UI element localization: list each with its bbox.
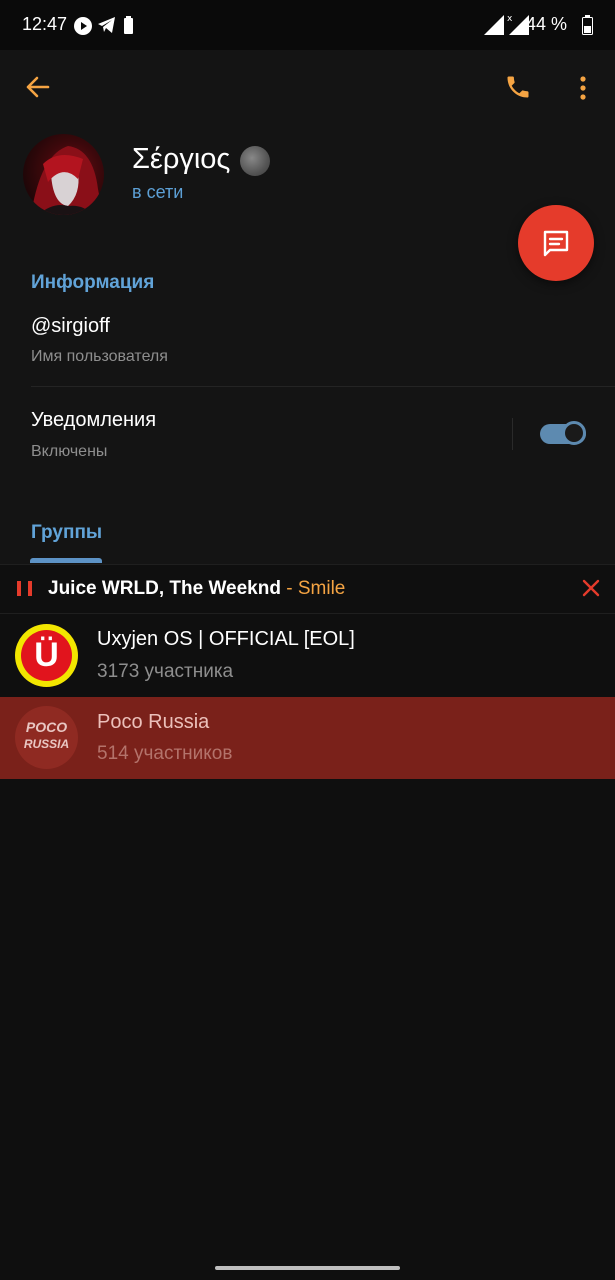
tab-groups-indicator (30, 558, 102, 563)
status-time: 12:47 (22, 14, 68, 34)
pause-icon-bar[interactable] (28, 581, 32, 596)
notifications-label[interactable]: Уведомления (31, 409, 156, 432)
online-status: в сети (132, 182, 184, 202)
profile-name: Σέργιος (132, 143, 231, 175)
group-members: 3173 участника (97, 661, 234, 682)
avatar-text-line1: POCO (25, 719, 68, 735)
message-icon (543, 230, 569, 257)
back-arrow-icon[interactable] (24, 74, 50, 100)
group-avatar-poco: POCO RUSSIA (15, 706, 78, 769)
svg-text:x: x (507, 14, 513, 24)
group-avatar-uxyjen: Ü (15, 624, 78, 687)
toggle-separator (512, 418, 513, 450)
group-members: 514 участников (97, 743, 233, 764)
battery-percent: 44 % (525, 14, 567, 34)
info-divider (31, 386, 615, 387)
profile-header (0, 50, 615, 570)
more-options-icon[interactable] (573, 75, 593, 101)
track-separator: - (280, 578, 298, 599)
send-message-button[interactable] (518, 205, 594, 281)
list-item[interactable] (0, 614, 615, 696)
group-name: Uxyjen OS | OFFICIAL [EOL] (97, 628, 355, 650)
profile-avatar[interactable] (23, 134, 104, 215)
play-indicator-icon (74, 17, 92, 35)
list-item-highlighted[interactable] (0, 697, 615, 779)
username-label: Имя пользователя (31, 348, 168, 365)
group-name: Poco Russia (97, 711, 210, 733)
moon-emoji-icon (240, 146, 270, 176)
small-battery-icon (124, 16, 133, 34)
info-section-title: Информация (31, 272, 155, 293)
tab-groups[interactable]: Группы (31, 522, 102, 544)
avatar-letter: Ü (21, 630, 72, 681)
signal-icon (484, 15, 504, 35)
track-title: Smile (297, 578, 346, 599)
phone-call-icon[interactable] (504, 73, 532, 101)
username-value[interactable]: @sirgioff (31, 315, 110, 338)
anime-avatar-image (23, 146, 103, 215)
toggle-knob[interactable] (562, 421, 586, 445)
pause-icon[interactable] (17, 581, 21, 596)
notifications-value: Включены (31, 443, 108, 460)
avatar-text-line2: RUSSIA (23, 737, 70, 751)
now-playing-track[interactable]: Juice WRLD, The Weeknd - Smile (48, 578, 345, 600)
close-player-icon[interactable] (580, 577, 602, 599)
track-artist: Juice WRLD, The Weeknd (48, 578, 281, 599)
home-indicator[interactable] (215, 1266, 400, 1270)
telegram-notification-icon (98, 17, 115, 33)
battery-icon (582, 15, 593, 35)
